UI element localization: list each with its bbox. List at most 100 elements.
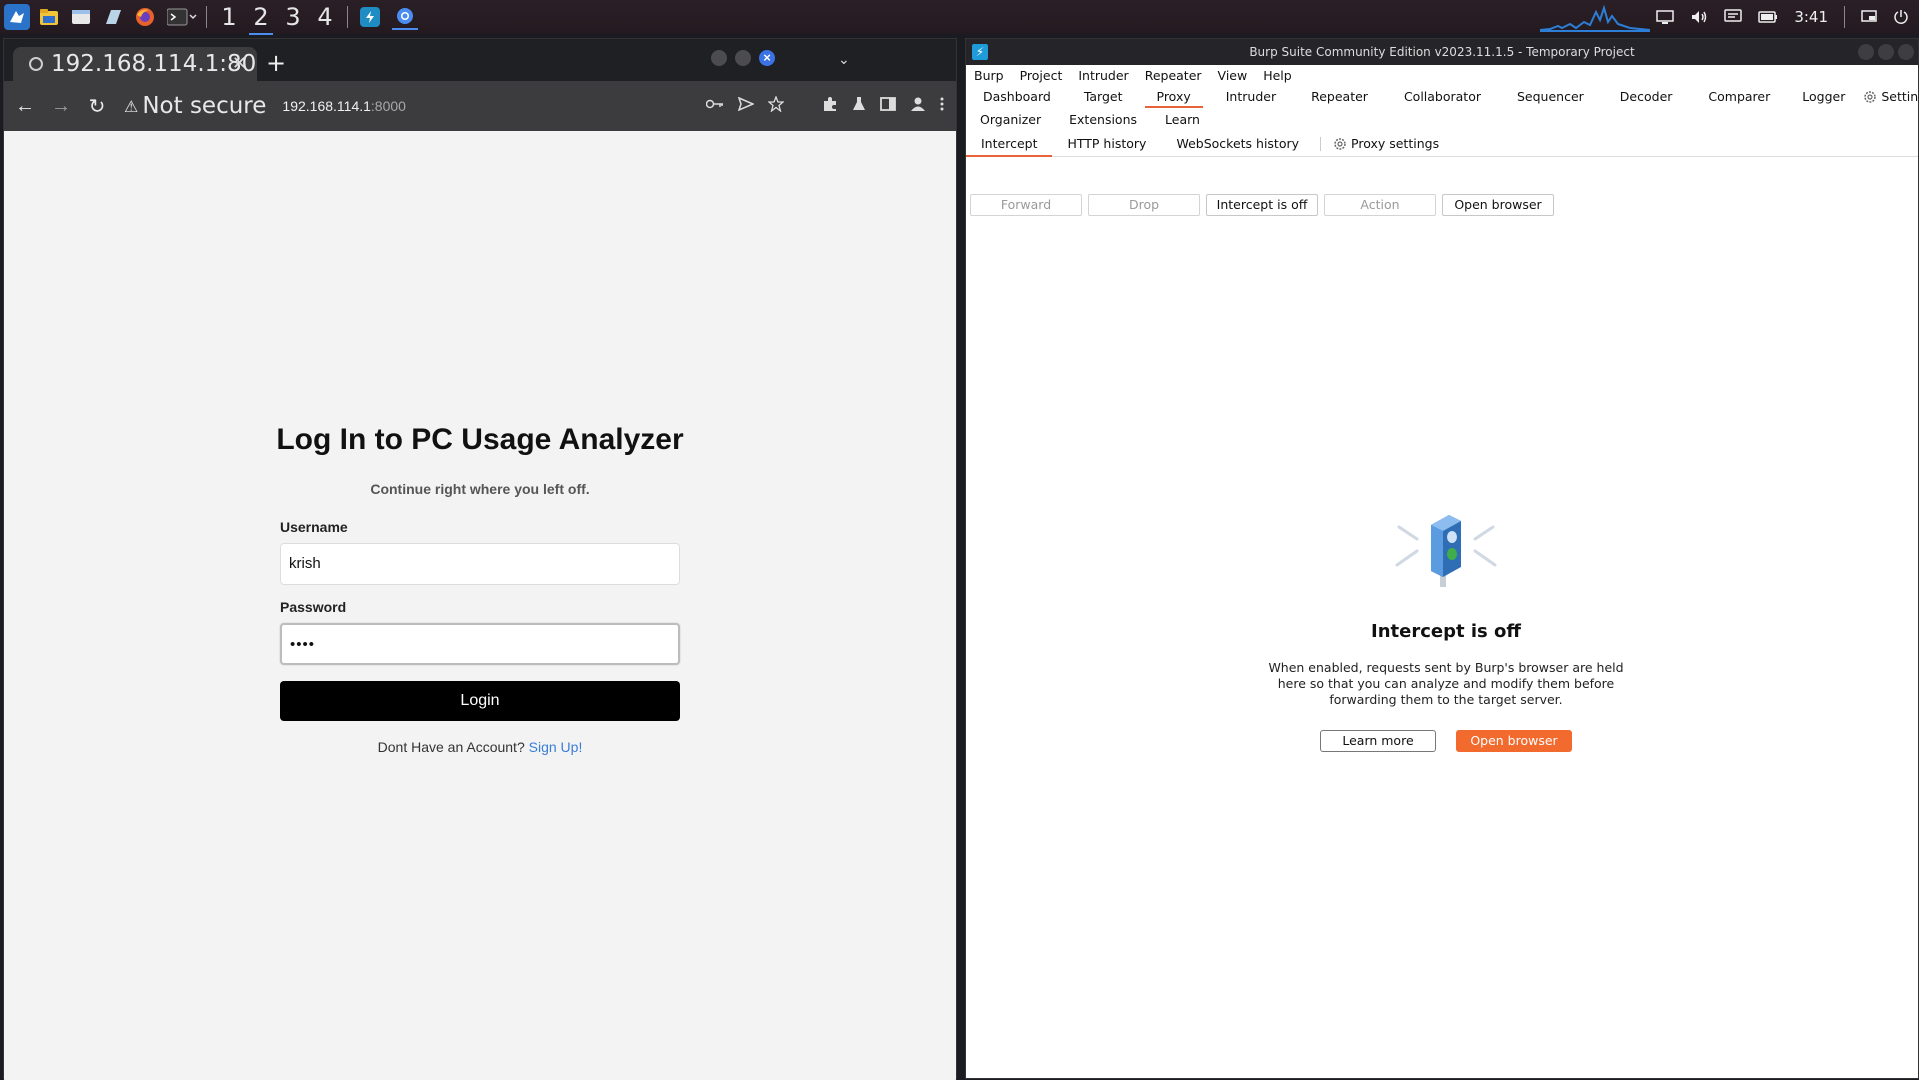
- minimize-button[interactable]: [1858, 44, 1874, 60]
- security-indicator[interactable]: ⚠ Not secure: [124, 93, 266, 119]
- intercept-empty-state: Intercept is off When enabled, requests …: [1216, 507, 1676, 752]
- network-icon[interactable]: [1656, 9, 1675, 25]
- menu-repeater[interactable]: Repeater: [1145, 68, 1202, 83]
- workspace-1[interactable]: 1: [213, 3, 245, 31]
- new-tab-icon[interactable]: +: [266, 49, 286, 77]
- power-icon[interactable]: [1893, 9, 1909, 25]
- file-manager-icon[interactable]: [36, 4, 62, 30]
- url-host: 192.168.114.1: [282, 98, 371, 114]
- proxy-settings-button[interactable]: Proxy settings: [1327, 131, 1454, 157]
- send-icon[interactable]: [737, 96, 755, 116]
- password-field[interactable]: ••••: [280, 623, 680, 665]
- burp-menubar: Burp Project Intruder Repeater View Help: [966, 65, 1918, 85]
- signup-link[interactable]: Sign Up!: [529, 739, 583, 755]
- tab-search-chevron-icon[interactable]: ⌄: [838, 51, 850, 68]
- desktop-switch-icon[interactable]: [1861, 10, 1877, 24]
- tab-title: 192.168.114.1:80: [51, 51, 257, 77]
- intercept-toggle-button[interactable]: Intercept is off: [1206, 194, 1318, 216]
- maximize-button[interactable]: [735, 50, 751, 66]
- menu-burp[interactable]: Burp: [974, 68, 1004, 83]
- warning-icon: ⚠: [124, 96, 139, 116]
- system-tray: 3:41: [1656, 0, 1909, 34]
- reload-icon[interactable]: ↻: [82, 94, 112, 119]
- learn-more-button[interactable]: Learn more: [1320, 730, 1436, 752]
- clock[interactable]: 3:41: [1794, 8, 1828, 26]
- chromium-taskbar-icon[interactable]: [392, 4, 418, 30]
- action-button[interactable]: Action: [1324, 194, 1436, 216]
- menu-project[interactable]: Project: [1020, 68, 1063, 83]
- tab-collaborator[interactable]: Collaborator: [1386, 85, 1499, 108]
- burp-window-title: Burp Suite Community Edition v2023.11.1.…: [1249, 45, 1635, 59]
- page-content: Log In to PC Usage Analyzer Continue rig…: [4, 131, 956, 1080]
- minimize-button[interactable]: [711, 50, 727, 66]
- labs-flask-icon[interactable]: [852, 96, 866, 117]
- tab-decoder[interactable]: Decoder: [1602, 85, 1691, 108]
- gear-icon: [1864, 90, 1877, 103]
- gear-icon: [1334, 137, 1346, 150]
- workspace-3[interactable]: 3: [277, 3, 309, 31]
- subtab-http-history[interactable]: HTTP history: [1052, 131, 1161, 157]
- menu-intruder[interactable]: Intruder: [1078, 68, 1128, 83]
- proxy-subtabs: Intercept HTTP history WebSockets histor…: [966, 131, 1918, 157]
- menu-kebab-icon[interactable]: [940, 97, 944, 116]
- tab-logger[interactable]: Logger: [1788, 85, 1859, 108]
- browser-tab[interactable]: 192.168.114.1:80 ✕: [13, 47, 257, 81]
- app-menu-icon[interactable]: [4, 4, 30, 30]
- tab-close-icon[interactable]: ✕: [232, 53, 247, 74]
- tab-proxy[interactable]: Proxy: [1139, 85, 1209, 108]
- back-icon[interactable]: ←: [10, 95, 40, 118]
- burp-suite-window: ⚡ Burp Suite Community Edition v2023.11.…: [965, 38, 1919, 1079]
- volume-icon[interactable]: [1690, 9, 1708, 25]
- text-editor-icon[interactable]: [100, 4, 126, 30]
- password-label: Password: [280, 599, 347, 615]
- side-panel-icon[interactable]: [880, 96, 896, 116]
- tab-dashboard[interactable]: Dashboard: [966, 85, 1068, 108]
- terminal-icon[interactable]: [164, 4, 200, 30]
- tab-sequencer[interactable]: Sequencer: [1499, 85, 1602, 108]
- login-subtitle: Continue right where you left off.: [370, 481, 590, 497]
- close-button[interactable]: [1898, 44, 1914, 60]
- notifications-icon[interactable]: [1724, 9, 1743, 25]
- firefox-icon[interactable]: [132, 4, 158, 30]
- username-field[interactable]: krish: [280, 543, 680, 585]
- cpu-graph: [1539, 4, 1651, 32]
- workspace-4[interactable]: 4: [309, 3, 341, 31]
- login-button[interactable]: Login: [280, 681, 680, 721]
- menu-help[interactable]: Help: [1263, 68, 1292, 83]
- burp-main-tabs-row2: Organizer Extensions Learn: [966, 108, 1918, 131]
- address-bar[interactable]: 192.168.114.1:8000: [282, 98, 406, 114]
- tab-settings[interactable]: Settings: [1859, 85, 1919, 108]
- bookmark-star-icon[interactable]: [767, 94, 785, 117]
- window-icon[interactable]: [68, 4, 94, 30]
- subtab-intercept[interactable]: Intercept: [966, 131, 1053, 157]
- open-browser-cta-button[interactable]: Open browser: [1456, 730, 1572, 752]
- panel-separator: [347, 6, 348, 28]
- tab-extensions[interactable]: Extensions: [1055, 108, 1151, 131]
- extensions-icon[interactable]: [822, 96, 838, 117]
- tab-intruder[interactable]: Intruder: [1209, 85, 1293, 108]
- security-label: Not secure: [142, 93, 267, 119]
- tab-learn[interactable]: Learn: [1151, 108, 1214, 131]
- workspace-2[interactable]: 2: [245, 3, 277, 35]
- close-button[interactable]: ×: [759, 50, 775, 66]
- burp-taskbar-icon[interactable]: [360, 7, 380, 27]
- battery-icon[interactable]: [1758, 10, 1778, 24]
- key-icon[interactable]: [705, 97, 724, 115]
- top-panel: 1 2 3 4 3:41: [0, 0, 1919, 35]
- menu-view[interactable]: View: [1218, 68, 1248, 83]
- toolbar-actions: [705, 81, 944, 131]
- maximize-button[interactable]: [1878, 44, 1894, 60]
- profile-icon[interactable]: [910, 96, 926, 117]
- intercept-off-description: When enabled, requests sent by Burp's br…: [1268, 660, 1624, 707]
- drop-button[interactable]: Drop: [1088, 194, 1200, 216]
- subtab-separator: [1320, 136, 1322, 151]
- tab-organizer[interactable]: Organizer: [966, 108, 1055, 131]
- tab-repeater[interactable]: Repeater: [1293, 85, 1386, 108]
- tab-target[interactable]: Target: [1068, 85, 1139, 108]
- signup-text: Dont Have an Account?: [377, 739, 525, 755]
- subtab-websockets-history[interactable]: WebSockets history: [1161, 131, 1314, 157]
- forward-icon[interactable]: →: [46, 95, 76, 118]
- tab-comparer[interactable]: Comparer: [1690, 85, 1788, 108]
- open-browser-button[interactable]: Open browser: [1442, 194, 1554, 216]
- forward-button[interactable]: Forward: [970, 194, 1082, 216]
